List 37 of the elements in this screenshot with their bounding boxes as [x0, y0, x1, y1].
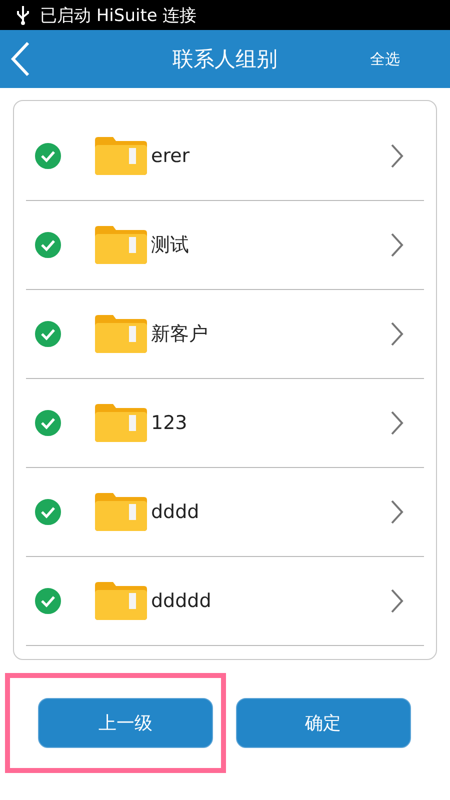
group-name: 123	[151, 412, 188, 434]
group-name: erer	[151, 145, 191, 167]
group-row[interactable]: 测试	[26, 201, 424, 290]
folder-icon	[93, 223, 149, 267]
group-row[interactable]: dddd	[26, 468, 424, 557]
folder-icon	[93, 490, 149, 534]
chevron-right-icon	[390, 143, 404, 169]
group-name: ddddd	[151, 590, 212, 612]
group-row[interactable]: ddddd	[26, 557, 424, 646]
group-name: 测试	[151, 233, 190, 258]
notification-text: 已启动 HiSuite 连接	[40, 4, 197, 26]
select-all-link[interactable]: 全选	[370, 50, 400, 68]
folder-icon	[93, 401, 149, 445]
check-icon[interactable]	[35, 143, 61, 169]
check-icon[interactable]	[35, 232, 61, 258]
check-icon[interactable]	[35, 410, 61, 436]
folder-icon	[93, 134, 149, 178]
chevron-right-icon	[390, 499, 404, 525]
group-row[interactable]: 新客户	[26, 290, 424, 379]
back-icon[interactable]	[10, 41, 30, 77]
check-icon[interactable]	[35, 321, 61, 347]
group-name: dddd	[151, 501, 200, 523]
group-row[interactable]: erer	[26, 112, 424, 201]
chevron-right-icon	[390, 232, 404, 258]
group-name: 新客户	[151, 322, 209, 347]
action-button[interactable]: 上一级	[38, 698, 213, 748]
screen-title: 联系人组别	[172, 46, 278, 73]
action-button[interactable]: 确定	[236, 698, 411, 748]
check-icon[interactable]	[35, 499, 61, 525]
chevron-right-icon	[390, 588, 404, 614]
folder-icon	[93, 312, 149, 356]
folder-icon	[93, 579, 149, 623]
group-row[interactable]: 123	[26, 379, 424, 468]
chevron-right-icon	[390, 321, 404, 347]
usb-icon	[16, 5, 30, 25]
chevron-right-icon	[390, 410, 404, 436]
check-icon[interactable]	[35, 588, 61, 614]
